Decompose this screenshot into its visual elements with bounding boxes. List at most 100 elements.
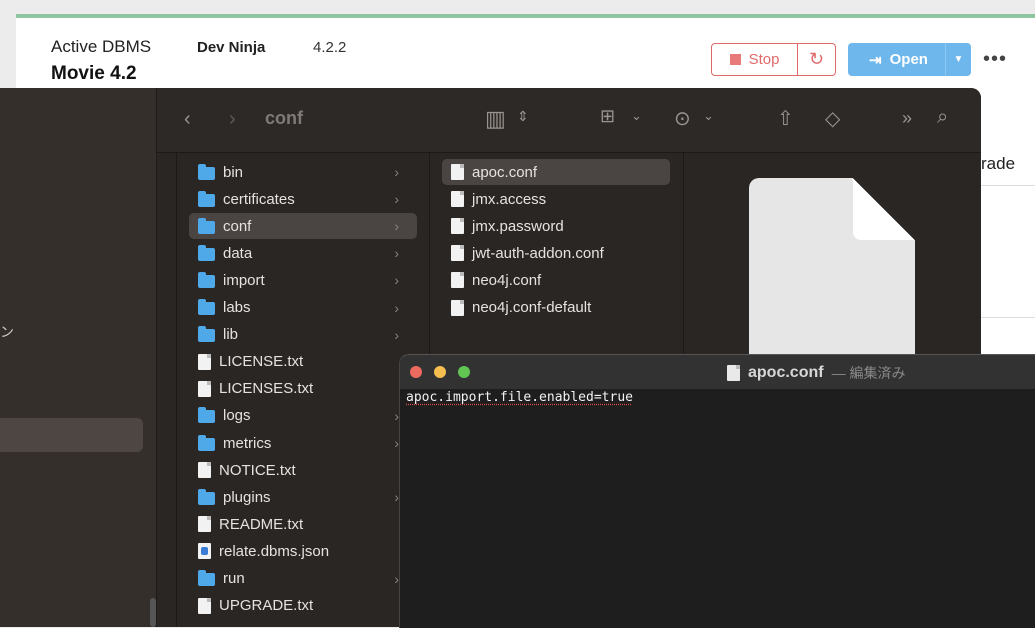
- folder-icon: [198, 488, 215, 505]
- open-button-label: Open: [889, 51, 928, 68]
- minimize-icon[interactable]: [434, 366, 446, 378]
- folder-icon: [198, 271, 215, 288]
- sidebar-scrollbar[interactable]: [150, 598, 156, 627]
- list-item-label: import: [223, 271, 265, 289]
- list-item[interactable]: bin ›: [189, 159, 417, 185]
- editor-title: apoc.conf — 編集済み: [727, 363, 905, 383]
- list-item-label: labs: [223, 299, 251, 316]
- list-item-label: data: [223, 244, 253, 262]
- project-name: Dev Ninja: [197, 39, 266, 56]
- search-icon[interactable]: ⌕: [937, 106, 948, 129]
- forward-icon[interactable]: ›: [229, 108, 236, 131]
- list-item[interactable]: NOTICE.txt: [189, 457, 417, 483]
- divider: [981, 185, 1035, 186]
- open-in-icon: ⇥: [869, 51, 882, 69]
- column-view-icon[interactable]: ▥: [485, 106, 506, 132]
- sidebar-item-partial[interactable]: ン: [0, 322, 14, 342]
- sidebar-selected-item[interactable]: [0, 418, 143, 452]
- restart-button[interactable]: ↻: [797, 43, 836, 76]
- list-item-label: jmx.access: [472, 190, 547, 208]
- finder-column-neo4j: bin › certificates › conf › data › import › labs › l…: [177, 153, 430, 627]
- list-item[interactable]: plugins ›: [189, 484, 417, 510]
- document-icon: [451, 164, 464, 180]
- list-item[interactable]: jwt-auth-addon.conf: [442, 240, 670, 266]
- list-item-label: neo4j.conf-default: [472, 299, 592, 316]
- stop-button[interactable]: Stop: [711, 43, 798, 76]
- folder-icon: [198, 434, 215, 451]
- document-icon: [727, 365, 740, 381]
- list-item[interactable]: LICENSES.txt: [189, 376, 417, 402]
- chevron-down-icon[interactable]: ⌄: [631, 108, 642, 124]
- open-button[interactable]: ⇥ Open: [848, 43, 949, 76]
- list-item[interactable]: conf ›: [189, 213, 417, 240]
- finder-sidebar: ン: [0, 88, 157, 627]
- editor-content[interactable]: apoc.import.file.enabled=true: [406, 390, 633, 405]
- list-item-label: NOTICE.txt: [219, 461, 296, 479]
- caret-down-icon: ▼: [953, 54, 964, 65]
- close-icon[interactable]: [410, 366, 422, 378]
- editor-status: — 編集済み: [831, 365, 906, 381]
- editor-titlebar[interactable]: apoc.conf — 編集済み: [400, 355, 1035, 389]
- document-icon: [451, 191, 464, 208]
- list-item[interactable]: relate.dbms.json: [189, 538, 417, 564]
- list-item[interactable]: data ›: [189, 240, 417, 266]
- chevron-updown-icon[interactable]: ⇕: [517, 108, 529, 125]
- list-item[interactable]: labs ›: [189, 295, 417, 321]
- document-icon: [198, 516, 211, 533]
- folder-icon: [198, 163, 215, 180]
- list-item[interactable]: lib ›: [189, 322, 417, 348]
- list-item[interactable]: metrics ›: [189, 430, 417, 456]
- document-icon: [198, 543, 211, 560]
- list-item-label: metrics: [223, 434, 272, 452]
- list-item-label: README.txt: [219, 515, 304, 533]
- list-item[interactable]: UPGRADE.txt: [189, 593, 417, 619]
- document-icon: [451, 218, 464, 235]
- list-item-label: lib: [223, 326, 239, 344]
- list-item[interactable]: jmx.password: [442, 213, 670, 239]
- list-item[interactable]: logs ›: [189, 403, 417, 429]
- stop-icon: [729, 54, 741, 65]
- list-item-label: conf: [223, 217, 252, 235]
- chevron-right-icon: ›: [394, 191, 399, 208]
- text-editor-window: apoc.conf — 編集済み apoc.import.file.enable…: [399, 354, 1035, 628]
- list-item[interactable]: neo4j.conf-default: [442, 295, 670, 321]
- list-item-label: logs: [223, 407, 251, 425]
- list-item[interactable]: jmx.access: [442, 186, 670, 212]
- list-item-label: relate.dbms.json: [219, 542, 330, 560]
- list-item-label: LICENSE.txt: [219, 353, 304, 371]
- list-item[interactable]: apoc.conf: [442, 159, 670, 185]
- folder-icon: [198, 326, 215, 343]
- list-item[interactable]: neo4j.conf: [442, 267, 670, 293]
- list-item[interactable]: import ›: [189, 267, 417, 293]
- document-icon: [451, 245, 464, 262]
- list-item-label: apoc.conf: [472, 163, 538, 181]
- more-options-button[interactable]: •••: [983, 48, 1007, 71]
- tag-icon[interactable]: ◇: [825, 106, 840, 131]
- share-icon[interactable]: ⇧: [777, 106, 794, 131]
- more-toolbar-icon[interactable]: »: [902, 108, 912, 129]
- list-item[interactable]: certificates ›: [189, 186, 417, 212]
- folder-icon: [198, 190, 215, 207]
- path-title: conf: [265, 108, 303, 128]
- chevron-down-icon[interactable]: ⌄: [703, 108, 714, 124]
- finder-toolbar: ‹ › conf ▥ ⇕ ⊞ ⌄ ⊙ ⌄ ⇧ ◇ » ⌕: [157, 88, 981, 153]
- dbms-version: 4.2.2: [313, 39, 347, 56]
- folder-icon: [198, 407, 215, 424]
- zoom-icon[interactable]: [458, 366, 470, 378]
- chevron-right-icon: ›: [394, 245, 399, 262]
- upgrade-tab-partial[interactable]: rade: [981, 154, 1015, 174]
- list-item-label: UPGRADE.txt: [219, 597, 314, 615]
- back-icon[interactable]: ‹: [184, 108, 191, 131]
- list-item[interactable]: run ›: [189, 566, 417, 592]
- refresh-icon: ↻: [808, 49, 825, 69]
- group-icon[interactable]: ⊞: [600, 106, 615, 127]
- dbms-name: Movie 4.2: [51, 63, 137, 84]
- list-item[interactable]: README.txt: [189, 511, 417, 537]
- action-icon[interactable]: ⊙: [674, 106, 691, 131]
- document-icon: [198, 353, 211, 370]
- editor-filename: apoc.conf: [748, 364, 824, 381]
- list-item-label: run: [223, 570, 245, 587]
- folder-icon: [198, 570, 215, 586]
- list-item[interactable]: LICENSE.txt: [189, 349, 417, 375]
- open-dropdown-button[interactable]: ▼: [945, 43, 971, 76]
